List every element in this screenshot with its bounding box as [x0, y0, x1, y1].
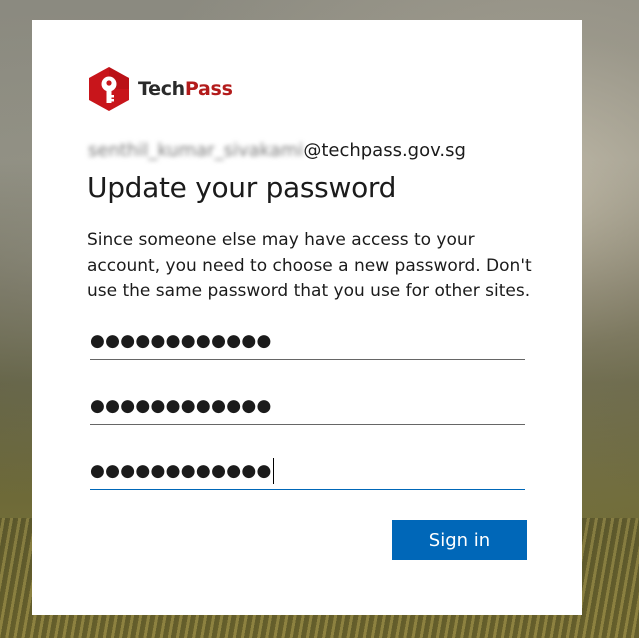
account-identity: senthil_kumar_sivakami @techpass.gov.sg [88, 140, 466, 161]
account-domain: @techpass.gov.sg [303, 140, 466, 161]
username-blurred: senthil_kumar_sivakami [88, 140, 304, 161]
new-password-field[interactable]: ●●●●●●●●●●●● [90, 388, 525, 425]
brand-name-pass: Pass [184, 78, 233, 100]
description-text: Since someone else may have access to yo… [87, 230, 532, 301]
brand-name: TechPass [138, 78, 233, 100]
page-title: Update your password [87, 171, 397, 204]
new-password-value: ●●●●●●●●●●●● [90, 396, 272, 416]
brand-name-tech: Tech [138, 78, 185, 100]
current-password-value: ●●●●●●●●●●●● [90, 331, 272, 351]
confirm-password-field[interactable]: ●●●●●●●●●●●● [90, 453, 525, 490]
confirm-password-value: ●●●●●●●●●●●● [90, 461, 272, 481]
current-password-field[interactable]: ●●●●●●●●●●●● [90, 323, 525, 360]
key-hexagon-icon [89, 67, 129, 111]
password-update-dialog: TechPass senthil_kumar_sivakami @techpass… [32, 20, 582, 615]
sign-in-button[interactable]: Sign in [392, 520, 527, 560]
techpass-logo: TechPass [87, 66, 233, 112]
text-caret [272, 458, 274, 484]
